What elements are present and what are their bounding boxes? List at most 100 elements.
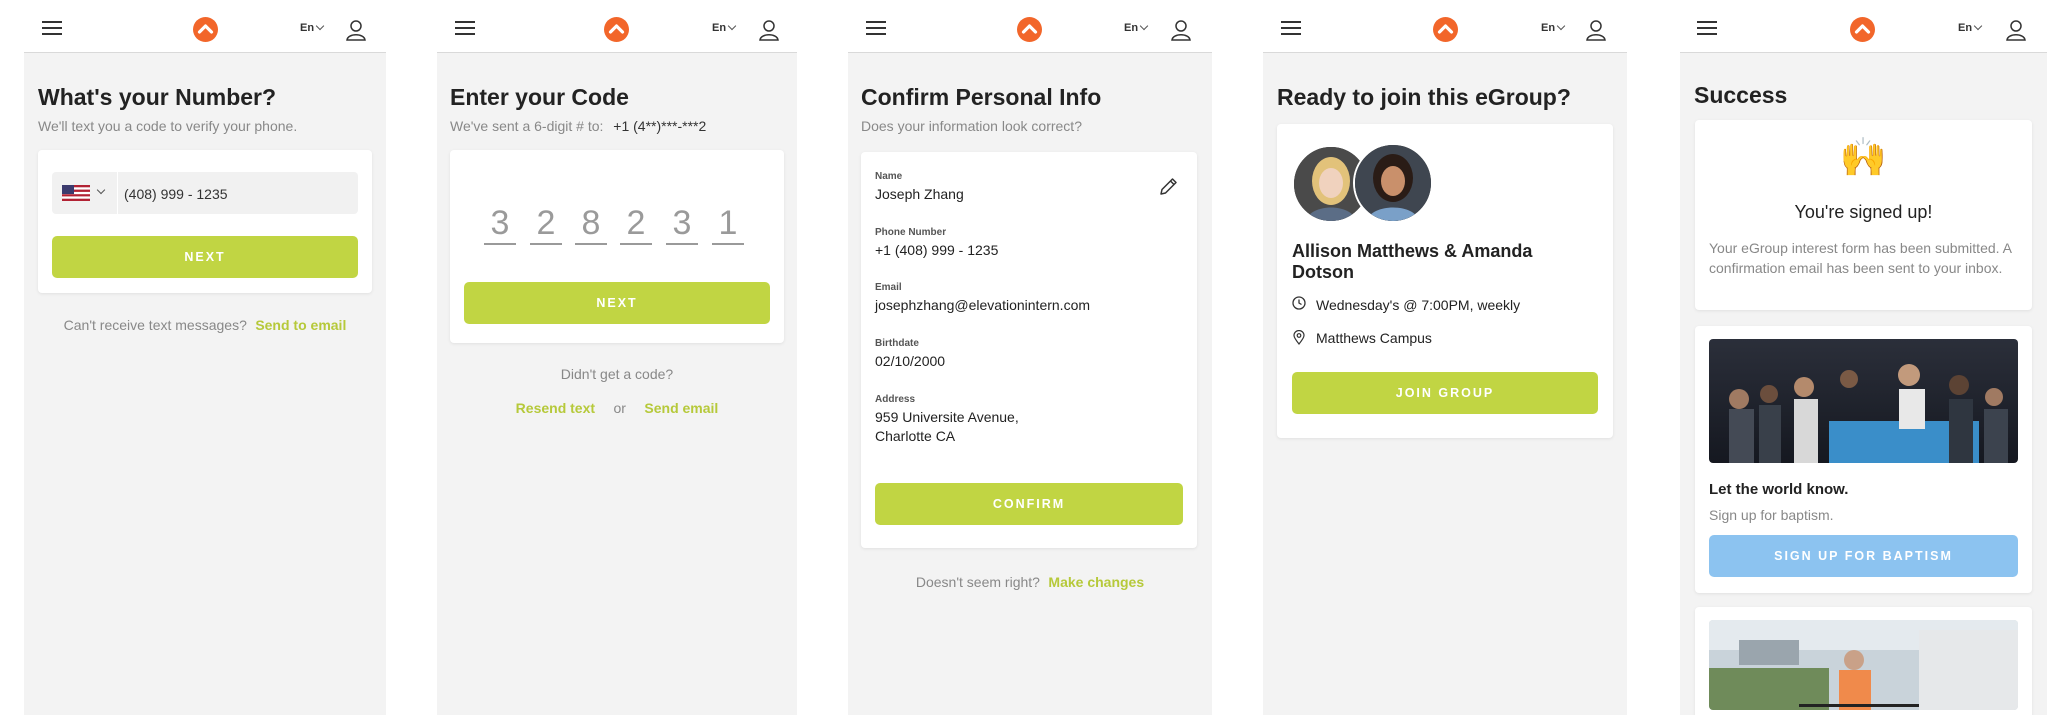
- top-nav: En: [24, 0, 386, 53]
- phone-number-input[interactable]: [122, 172, 346, 216]
- signed-up-card: 🙌 You're signed up! Your eGroup interest…: [1695, 120, 2032, 310]
- raised-hands-emoji: 🙌: [1839, 137, 1888, 179]
- page-subtitle: We'll text you a code to verify your pho…: [38, 118, 298, 134]
- country-code-select[interactable]: [52, 172, 118, 214]
- page-title: Enter your Code: [450, 84, 629, 110]
- logo-icon[interactable]: [1850, 17, 1875, 42]
- phone-input-group: [52, 172, 358, 216]
- page-title: Success: [1694, 82, 1788, 108]
- next-button[interactable]: NEXT: [52, 236, 358, 278]
- no-code-text: Didn't get a code?: [560, 366, 674, 382]
- promo-subtitle: Sign up for baptism.: [1709, 507, 1834, 523]
- top-nav: En: [1263, 0, 1627, 53]
- schedule-text: Wednesday's @ 7:00PM, weekly: [1316, 297, 1521, 313]
- doesnt-seem-right-text: Doesn't seem right?: [915, 574, 1040, 590]
- logo-icon[interactable]: [1017, 17, 1042, 42]
- or-text: or: [613, 400, 626, 416]
- language-label: En: [1124, 22, 1139, 34]
- next-promo-photo: [1709, 620, 2018, 710]
- alt-contact-text: Can't receive text messages?: [63, 317, 247, 333]
- resend-text-link[interactable]: Resend text: [516, 400, 595, 416]
- code-card: 3 2 8 2 3 1 NEXT: [450, 150, 784, 343]
- signed-up-heading: You're signed up!: [1794, 202, 1933, 222]
- code-sent-text: We've sent a 6-digit # to:: [450, 118, 604, 134]
- location-text: Matthews Campus: [1316, 330, 1432, 346]
- logo-icon[interactable]: [604, 17, 629, 42]
- chevron-down-icon: [727, 21, 737, 31]
- menu-icon[interactable]: [1281, 21, 1301, 36]
- page-title: Ready to join this eGroup?: [1277, 84, 1571, 110]
- confirm-button[interactable]: CONFIRM: [875, 483, 1183, 525]
- us-flag-icon: [62, 185, 90, 201]
- send-email-link[interactable]: Send email: [644, 400, 718, 416]
- language-selector[interactable]: En: [300, 21, 325, 34]
- chevron-down-icon: [96, 185, 106, 195]
- page-title: What's your Number?: [38, 84, 277, 110]
- screen-phone-number: En What's your Number? We'll text you a …: [24, 0, 386, 715]
- make-changes-link[interactable]: Make changes: [1048, 574, 1144, 590]
- confirmation-message: Your eGroup interest form has been submi…: [1709, 240, 2012, 276]
- screen-join-egroup: En Ready to join this eGroup? Allison Ma…: [1263, 0, 1627, 715]
- phone-card: NEXT: [38, 150, 372, 293]
- code-digit-5[interactable]: 3: [666, 203, 698, 245]
- alt-contact-row: Can't receive text messages? Send to ema…: [24, 317, 386, 335]
- language-label: En: [712, 22, 727, 34]
- next-button[interactable]: NEXT: [464, 282, 770, 324]
- menu-icon[interactable]: [42, 21, 62, 36]
- language-selector[interactable]: En: [1958, 21, 1983, 34]
- birthdate-label: Birthdate: [875, 338, 919, 349]
- code-digit-2[interactable]: 2: [530, 203, 562, 245]
- code-digit-4[interactable]: 2: [620, 203, 652, 245]
- language-label: En: [1958, 22, 1973, 34]
- language-label: En: [1541, 22, 1556, 34]
- masked-phone-number: +1 (4**)***-***2: [613, 118, 707, 134]
- user-icon[interactable]: [1170, 19, 1192, 41]
- email-label: Email: [875, 282, 902, 293]
- phone-label: Phone Number: [875, 227, 947, 238]
- edit-icon[interactable]: [1157, 176, 1179, 198]
- user-icon[interactable]: [1585, 19, 1607, 41]
- logo-icon[interactable]: [193, 17, 218, 42]
- top-nav: En: [848, 0, 1212, 53]
- language-selector[interactable]: En: [1124, 21, 1149, 34]
- baptism-photo: [1709, 339, 2018, 463]
- page-title: Confirm Personal Info: [861, 84, 1102, 110]
- top-nav: En: [1680, 0, 2047, 53]
- personal-info-card: Name Joseph Zhang Phone Number +1 (408) …: [861, 152, 1197, 548]
- address-line-2: Charlotte CA: [875, 428, 956, 444]
- top-nav: En: [437, 0, 797, 53]
- user-icon[interactable]: [2005, 19, 2027, 41]
- sign-up-baptism-button[interactable]: SIGN UP FOR BAPTISM: [1709, 535, 2018, 577]
- code-sent-row: We've sent a 6-digit # to: +1 (4**)***-*…: [450, 118, 706, 134]
- code-digit-1[interactable]: 3: [484, 203, 516, 245]
- address-label: Address: [875, 394, 916, 405]
- chevron-down-icon: [1556, 21, 1566, 31]
- logo-icon[interactable]: [1433, 17, 1458, 42]
- join-group-button[interactable]: JOIN GROUP: [1292, 372, 1598, 414]
- language-selector[interactable]: En: [712, 21, 737, 34]
- leaders-names-line-1: Allison Matthews & Amanda: [1292, 241, 1533, 261]
- code-digit-3[interactable]: 8: [575, 203, 607, 245]
- promo-title: Let the world know.: [1709, 481, 1849, 498]
- name-value: Joseph Zhang: [875, 186, 964, 202]
- phone-value: +1 (408) 999 - 1235: [875, 242, 999, 258]
- screen-success: En Success 🙌 You're signed up! Your eGro…: [1680, 0, 2047, 715]
- address-line-1: 959 Universite Avenue,: [875, 409, 1019, 425]
- send-to-email-link[interactable]: Send to email: [255, 317, 346, 333]
- user-icon[interactable]: [345, 19, 367, 41]
- language-selector[interactable]: En: [1541, 21, 1566, 34]
- page-subtitle: Does your information look correct?: [861, 118, 1082, 134]
- user-icon[interactable]: [758, 19, 780, 41]
- menu-icon[interactable]: [455, 21, 475, 36]
- egroup-card: Allison Matthews & Amanda Dotson Wednesd…: [1277, 124, 1613, 438]
- menu-icon[interactable]: [1697, 21, 1717, 36]
- next-promo-card: [1695, 607, 2032, 715]
- chevron-down-icon: [1973, 21, 1983, 31]
- screen-confirm-info: En Confirm Personal Info Does your infor…: [848, 0, 1212, 715]
- menu-icon[interactable]: [866, 21, 886, 36]
- leaders-names: Allison Matthews & Amanda Dotson: [1292, 241, 1532, 283]
- leader-avatar-2: [1353, 143, 1433, 223]
- code-digit-6[interactable]: 1: [712, 203, 744, 245]
- name-label: Name: [875, 171, 903, 182]
- birthdate-value: 02/10/2000: [875, 353, 946, 369]
